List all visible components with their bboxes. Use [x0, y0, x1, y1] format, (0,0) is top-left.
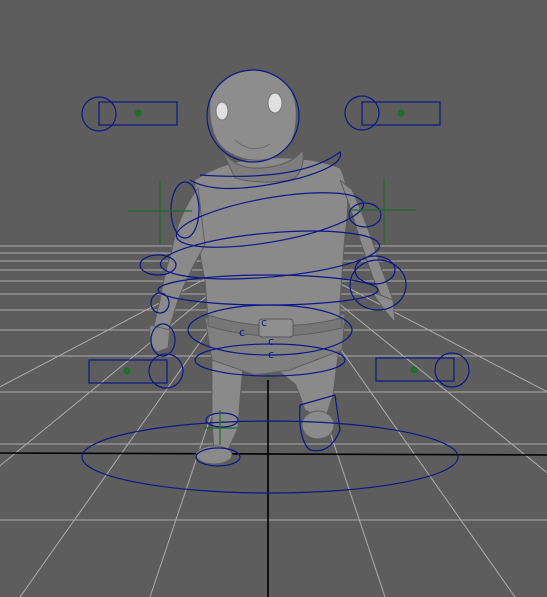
- shoulder-box-icon[interactable]: [81, 96, 178, 132]
- spine-ik-label: c: [261, 316, 267, 329]
- maya-3d-viewport[interactable]: c c c c: [0, 0, 547, 597]
- torso: [194, 157, 349, 331]
- right-foot: [301, 410, 335, 440]
- hip-box-icon[interactable]: [88, 353, 184, 389]
- spine-ik-label: c: [239, 326, 245, 339]
- right-arm: [339, 179, 394, 306]
- root-control[interactable]: [81, 420, 459, 494]
- spine-ik-label: c: [268, 335, 274, 348]
- hip-box-icon[interactable]: [375, 352, 470, 388]
- right-eye: [267, 92, 283, 114]
- spine-ik-label: c: [268, 348, 274, 361]
- shoulder-box-icon[interactable]: [344, 95, 441, 131]
- left-eye: [215, 101, 229, 121]
- viewport-canvas[interactable]: c c c c: [0, 0, 547, 597]
